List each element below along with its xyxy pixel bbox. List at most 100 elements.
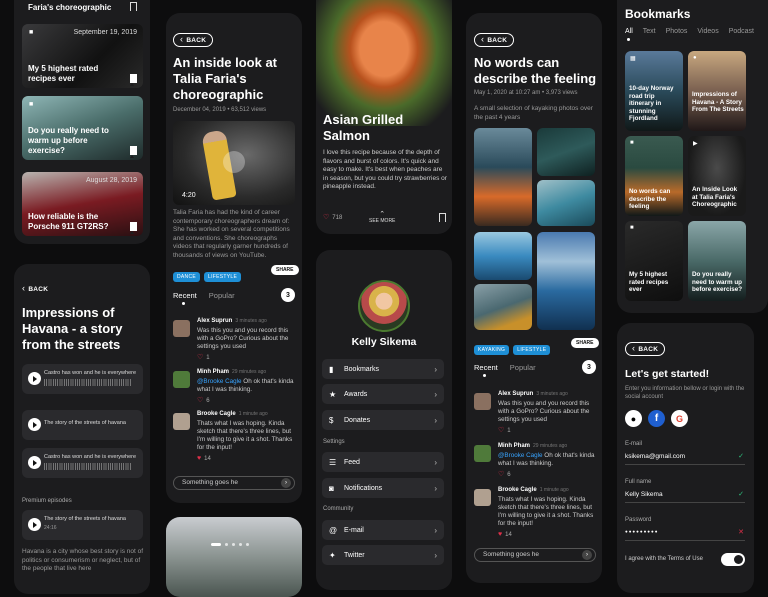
avatar[interactable] [173, 320, 190, 337]
tab-recent[interactable]: Recent [474, 363, 498, 372]
bookmark-icon[interactable] [130, 146, 137, 158]
avatar[interactable] [173, 413, 190, 430]
filter-videos[interactable]: Videos [697, 28, 718, 35]
bookmark-item[interactable]: ▦ 10-day Norway road trip itinerary in s… [625, 51, 683, 131]
comment-input[interactable]: Something goes he [173, 476, 295, 490]
filter-photos[interactable]: Photos [666, 28, 688, 35]
chevron-right-icon: › [434, 389, 437, 399]
tag[interactable]: LIFESTYLE [204, 272, 242, 282]
like-icon[interactable]: ♡ 718 [323, 213, 342, 221]
menu-bookmarks[interactable]: ▮ Bookmarks › [322, 359, 444, 379]
menu-awards[interactable]: ★ Awards › [322, 384, 444, 404]
avatar[interactable] [474, 489, 491, 506]
carousel-dots[interactable] [211, 543, 249, 546]
filter-all[interactable]: All [625, 28, 633, 35]
menu-twitter[interactable]: ✦ Twitter › [322, 545, 444, 565]
back-button[interactable]: BACK [22, 282, 48, 296]
avatar[interactable] [474, 393, 491, 410]
menu-notifications[interactable]: ◙ Notifications › [322, 478, 444, 498]
play-icon[interactable] [223, 151, 245, 173]
check-icon: ✓ [738, 491, 744, 498]
active-tab-indicator [182, 302, 185, 305]
audio-track[interactable]: Castro has won and he is everywhere [22, 448, 143, 478]
bookmark-item[interactable]: ● Impressions of Havana - A Story From T… [688, 51, 746, 131]
avatar[interactable] [358, 280, 410, 332]
top-item-title: Faria's choreographic [28, 3, 112, 12]
waveform[interactable] [44, 379, 132, 386]
share-button[interactable]: SHARE [271, 265, 299, 275]
apple-login-button[interactable]: ● [625, 410, 642, 427]
send-icon[interactable]: › [281, 478, 291, 488]
avatar[interactable] [474, 445, 491, 462]
bookmark-icon[interactable] [130, 2, 137, 14]
tab-popular[interactable]: Popular [510, 363, 536, 372]
password-field[interactable]: ●●●●●●●●● [625, 529, 658, 534]
gallery-photo[interactable] [537, 128, 595, 176]
menu-donates[interactable]: $ Donates › [322, 410, 444, 430]
bookmark-icon[interactable] [130, 222, 137, 234]
like-icon[interactable]: ♥ 14 [498, 531, 512, 538]
page-title: Bookmarks [625, 7, 691, 21]
tag[interactable]: DANCE [173, 272, 201, 282]
send-icon[interactable]: › [582, 550, 592, 560]
bookmark-icon[interactable] [439, 213, 446, 225]
name-field[interactable]: Kelly Sikema [625, 491, 663, 498]
page-title: An inside look at Talia Faria's choreogr… [173, 55, 278, 102]
like-icon[interactable]: ♥ 14 [197, 455, 211, 462]
share-button[interactable]: SHARE [571, 338, 599, 348]
menu-feed[interactable]: ☰ Feed › [322, 452, 444, 472]
see-more-button[interactable]: ⌃ SEE MORE [369, 210, 395, 224]
gallery-photo[interactable] [474, 232, 532, 280]
filter-podcast[interactable]: Podcast [729, 28, 754, 35]
gallery-photo[interactable] [474, 284, 532, 330]
password-label: Password [625, 517, 652, 523]
gallery-photo[interactable] [474, 128, 532, 226]
play-icon[interactable] [28, 456, 41, 469]
back-button[interactable]: BACK [173, 33, 214, 47]
form-title: Let's get started! [625, 368, 710, 380]
comment-text: Thats what I was hoping. Kinda sketch th… [498, 496, 594, 527]
list-item[interactable]: September 19, 2019 ■ My 5 highest rated … [22, 24, 143, 88]
play-icon[interactable] [28, 518, 41, 531]
play-icon[interactable] [28, 418, 41, 431]
email-field[interactable]: ksikema@gmail.com [625, 453, 685, 460]
gallery-photo[interactable] [537, 180, 595, 226]
list-item[interactable]: ■ Do you really need to warm up before e… [22, 96, 143, 160]
bookmark-title: 10-day Norway road trip itinerary in stu… [629, 85, 674, 122]
track-name: The story of the streets of havana [44, 516, 126, 522]
bookmark-item[interactable]: ■ My 5 highest rated recipes ever [625, 221, 683, 301]
gallery-article-card: BACK No words can describe the feeling M… [466, 13, 602, 583]
back-button[interactable]: BACK [474, 33, 515, 47]
tab-recent[interactable]: Recent [173, 291, 197, 300]
video-player[interactable]: 4:20 [173, 121, 295, 205]
audio-track[interactable]: Castro has won and he is everywhere [22, 364, 143, 394]
audio-track[interactable]: The story of the streets of havana 24:16 [22, 510, 143, 540]
bookmark-item[interactable]: ■ No words can describe the feeling [625, 136, 683, 216]
list-item[interactable]: August 28, 2019 How reliable is the Pors… [22, 172, 143, 236]
avatar[interactable] [173, 371, 190, 388]
google-login-button[interactable]: G [671, 410, 688, 427]
bookmark-icon[interactable] [130, 74, 137, 86]
like-icon[interactable]: ♡ 6 [498, 470, 511, 478]
comment-input[interactable]: Something goes he [474, 548, 596, 562]
bookmark-item[interactable]: Do you really need to warm up before exe… [688, 221, 746, 301]
chevron-right-icon: › [434, 525, 437, 535]
back-button[interactable]: BACK [625, 342, 666, 356]
bookmark-item[interactable]: ▶ An Inside Look at Talia Faria's Choreo… [688, 136, 746, 216]
camera-icon: ■ [29, 29, 34, 36]
waveform[interactable] [44, 463, 132, 470]
facebook-login-button[interactable]: f [648, 410, 665, 427]
video-icon: ▶ [693, 141, 698, 147]
audio-track[interactable]: The story of the streets of havana [22, 410, 143, 440]
tag[interactable]: KAYAKING [474, 345, 510, 355]
menu-email[interactable]: @ E-mail › [322, 520, 444, 540]
gallery-photo[interactable] [537, 232, 595, 330]
like-icon[interactable]: ♡ 1 [498, 426, 511, 434]
tab-popular[interactable]: Popular [209, 291, 235, 300]
filter-text[interactable]: Text [643, 28, 656, 35]
play-icon[interactable] [28, 372, 41, 385]
tag[interactable]: LIFESTYLE [513, 345, 551, 355]
terms-toggle[interactable] [721, 553, 745, 566]
like-icon[interactable]: ♡ 6 [197, 396, 210, 404]
like-icon[interactable]: ♡ 1 [197, 353, 210, 361]
